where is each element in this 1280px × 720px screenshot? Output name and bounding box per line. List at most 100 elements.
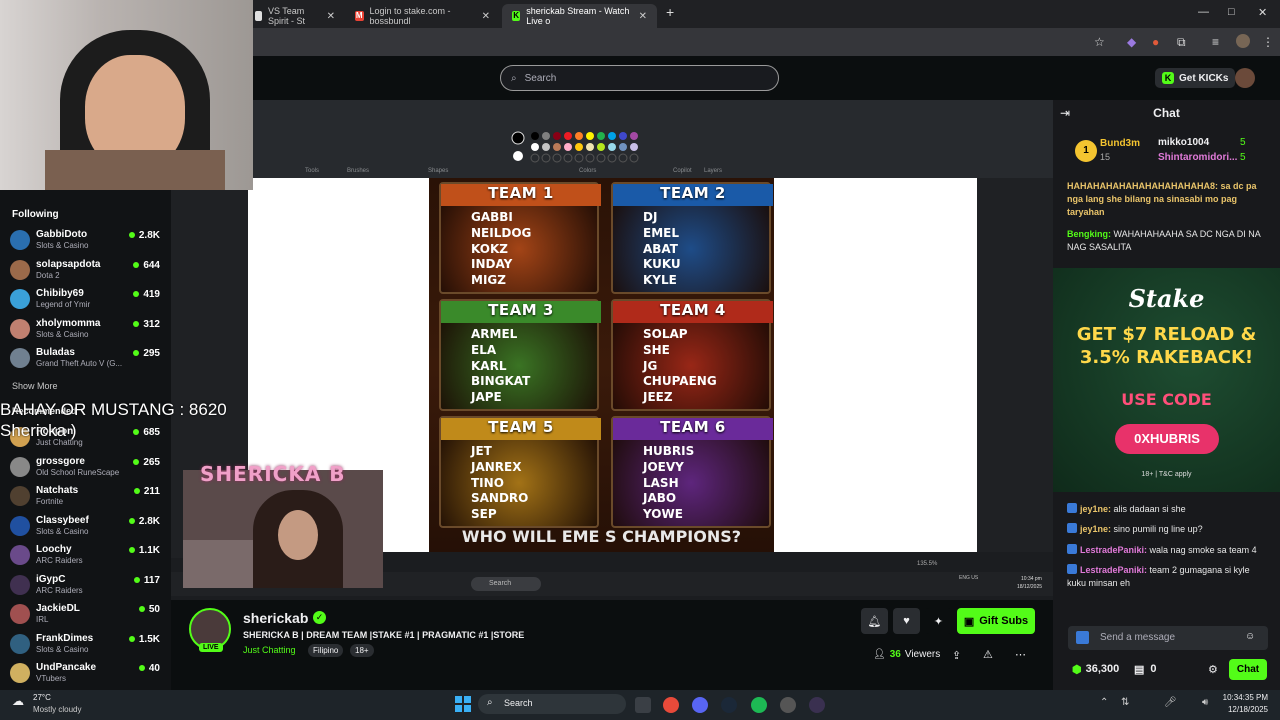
stake-ad-banner[interactable]: Stake GET $7 RELOAD & 3.5% RAKEBACK! USE… bbox=[1053, 268, 1280, 492]
palette-color-swatch[interactable] bbox=[586, 143, 594, 151]
media-icon[interactable]: ≡ bbox=[1212, 35, 1219, 49]
notification-bell-button[interactable]: 🔔︎ bbox=[861, 608, 888, 634]
recommended-channel[interactable]: iGypC ARC Raiders 117 bbox=[10, 572, 160, 600]
palette-color-swatch[interactable] bbox=[531, 143, 539, 151]
emoji-icon[interactable]: ☺ bbox=[1245, 631, 1255, 642]
channel-name[interactable]: sherickab bbox=[243, 610, 308, 626]
browser-tab-2[interactable]: M Login to stake.com - bossbundl ✕ bbox=[345, 4, 500, 28]
app-icon[interactable] bbox=[780, 697, 796, 713]
chat-username[interactable]: LestradePaniki: bbox=[1080, 545, 1147, 555]
palette-color-swatch[interactable] bbox=[575, 132, 583, 140]
extension-icon[interactable]: ● bbox=[1152, 35, 1159, 49]
close-icon[interactable]: ✕ bbox=[482, 11, 490, 22]
new-tab-button[interactable]: + bbox=[666, 4, 674, 20]
ad-code-button[interactable]: 0XHUBRIS bbox=[1115, 424, 1219, 454]
palette-color-swatch[interactable] bbox=[542, 143, 550, 151]
chevron-up-icon[interactable]: ⌃ bbox=[1100, 697, 1108, 708]
browser-tab-1[interactable]: VS Team Spirit - St ✕ bbox=[245, 4, 345, 28]
microphone-icon[interactable]: 🎤︎ bbox=[1164, 697, 1177, 708]
palette-color-swatch[interactable] bbox=[553, 143, 561, 151]
channels-channel[interactable]: xholymomma Slots & Casino 312 bbox=[10, 316, 160, 344]
weather-temp[interactable]: 27°C bbox=[33, 693, 51, 702]
minimize-button[interactable]: — bbox=[1198, 6, 1209, 18]
chat-username[interactable]: jey1ne: bbox=[1080, 504, 1111, 514]
search-input[interactable]: ⌕ Search bbox=[500, 65, 779, 91]
palette-color-swatch[interactable] bbox=[597, 143, 605, 151]
spotify-icon[interactable] bbox=[751, 697, 767, 713]
palette-empty-swatch[interactable] bbox=[574, 153, 584, 163]
subs-count[interactable]: ▤ 0 bbox=[1134, 663, 1157, 676]
palette-empty-swatch[interactable] bbox=[629, 153, 639, 163]
recommended-channel[interactable]: FrankDimes Slots & Casino 1.5K bbox=[10, 631, 160, 659]
palette-color-swatch[interactable] bbox=[597, 132, 605, 140]
steam-icon[interactable] bbox=[721, 697, 737, 713]
palette-empty-swatch[interactable] bbox=[585, 153, 595, 163]
channels-channel[interactable]: solapsapdota Dota 2 644 bbox=[10, 257, 160, 285]
palette-empty-swatch[interactable] bbox=[552, 153, 562, 163]
browser-tab-3-active[interactable]: K sherickab Stream - Watch Live o ✕ bbox=[502, 4, 657, 28]
channels-channel[interactable]: Chibiby69 Legend of Ymir 419 bbox=[10, 286, 160, 314]
collapse-chat-icon[interactable]: ⇥ bbox=[1060, 106, 1070, 120]
puzzle-icon[interactable]: ⧉ bbox=[1177, 35, 1186, 50]
close-icon[interactable]: ✕ bbox=[327, 11, 335, 22]
maximize-button[interactable]: □ bbox=[1228, 6, 1235, 18]
report-icon[interactable]: ⚠ bbox=[983, 648, 993, 661]
extension-icon[interactable]: ◆ bbox=[1127, 35, 1136, 49]
volume-icon[interactable]: 🔊︎ bbox=[1202, 697, 1208, 708]
share-icon[interactable]: ⇪ bbox=[952, 649, 961, 662]
menu-icon[interactable]: ⋮ bbox=[1262, 35, 1274, 49]
palette-empty-swatch[interactable] bbox=[530, 153, 540, 163]
taskbar-time[interactable]: 10:34:35 PM bbox=[1222, 693, 1268, 702]
weather-desc[interactable]: Mostly cloudy bbox=[33, 705, 81, 714]
palette-color-swatch[interactable] bbox=[531, 132, 539, 140]
palette-color-swatch[interactable] bbox=[586, 132, 594, 140]
profile-avatar[interactable] bbox=[1236, 34, 1250, 48]
recommended-channel[interactable]: Loochy ARC Raiders 1.1K bbox=[10, 542, 160, 570]
recommended-channel[interactable]: Classybeef Slots & Casino 2.8K bbox=[10, 513, 160, 541]
palette-color-swatch[interactable] bbox=[553, 132, 561, 140]
discord-icon[interactable] bbox=[692, 697, 708, 713]
palette-empty-swatch[interactable] bbox=[596, 153, 606, 163]
bookmark-star-icon[interactable]: ☆ bbox=[1094, 35, 1105, 49]
channels-channel[interactable]: GabbiDoto Slots & Casino 2.8K bbox=[10, 227, 160, 255]
send-chat-button[interactable]: Chat bbox=[1229, 659, 1267, 680]
recommended-channel[interactable]: UndPancake VTubers 40 bbox=[10, 660, 160, 688]
task-view-icon[interactable] bbox=[635, 697, 651, 713]
follow-button[interactable]: ♥ bbox=[893, 608, 920, 634]
taskbar-search[interactable]: Search bbox=[478, 694, 626, 714]
settings-gear-icon[interactable]: ⚙ bbox=[1208, 663, 1218, 676]
user-avatar[interactable] bbox=[1235, 68, 1255, 88]
palette-color-swatch[interactable] bbox=[619, 132, 627, 140]
recommended-channel[interactable]: JackieDL IRL 50 bbox=[10, 601, 160, 629]
chrome-icon[interactable] bbox=[663, 697, 679, 713]
app-icon[interactable] bbox=[809, 697, 825, 713]
chat-username[interactable]: LestradePaniki: bbox=[1080, 565, 1147, 575]
gift-subs-button[interactable]: ▣ Gift Subs bbox=[957, 608, 1035, 634]
recommended-channel[interactable]: grossgore Old School RuneScape 265 bbox=[10, 454, 160, 482]
palette-color-swatch[interactable] bbox=[575, 143, 583, 151]
channel-points[interactable]: ⬢ 36,300 bbox=[1072, 663, 1119, 676]
windows-start-icon[interactable] bbox=[455, 696, 471, 712]
palette-color-swatch[interactable] bbox=[630, 132, 638, 140]
tag-filipino[interactable]: Filipino bbox=[308, 644, 344, 657]
palette-color-swatch[interactable] bbox=[608, 143, 616, 151]
chat-username[interactable]: jey1ne: bbox=[1080, 524, 1111, 534]
more-options-icon[interactable]: ⋯ bbox=[1015, 648, 1026, 661]
show-more-link[interactable]: Show More bbox=[12, 381, 58, 391]
palette-color-swatch[interactable] bbox=[542, 132, 550, 140]
chat-input[interactable]: Send a message bbox=[1068, 626, 1268, 650]
network-icon[interactable]: ⇅ bbox=[1121, 697, 1129, 708]
category-link[interactable]: Just Chatting bbox=[243, 645, 296, 655]
close-icon[interactable]: ✕ bbox=[639, 11, 647, 22]
recommended-channel[interactable]: Natchats Fortnite 211 bbox=[10, 483, 160, 511]
palette-empty-swatch[interactable] bbox=[563, 153, 573, 163]
tag-18plus[interactable]: 18+ bbox=[350, 644, 374, 657]
chat-username[interactable]: Bengking: bbox=[1067, 229, 1111, 239]
sparkle-button[interactable]: ✦ bbox=[925, 608, 952, 634]
palette-color-swatch[interactable] bbox=[564, 132, 572, 140]
taskbar-date[interactable]: 12/18/2025 bbox=[1222, 705, 1268, 714]
palette-color-swatch[interactable] bbox=[619, 143, 627, 151]
palette-empty-swatch[interactable] bbox=[541, 153, 551, 163]
palette-empty-swatch[interactable] bbox=[607, 153, 617, 163]
palette-color-swatch[interactable] bbox=[564, 143, 572, 151]
